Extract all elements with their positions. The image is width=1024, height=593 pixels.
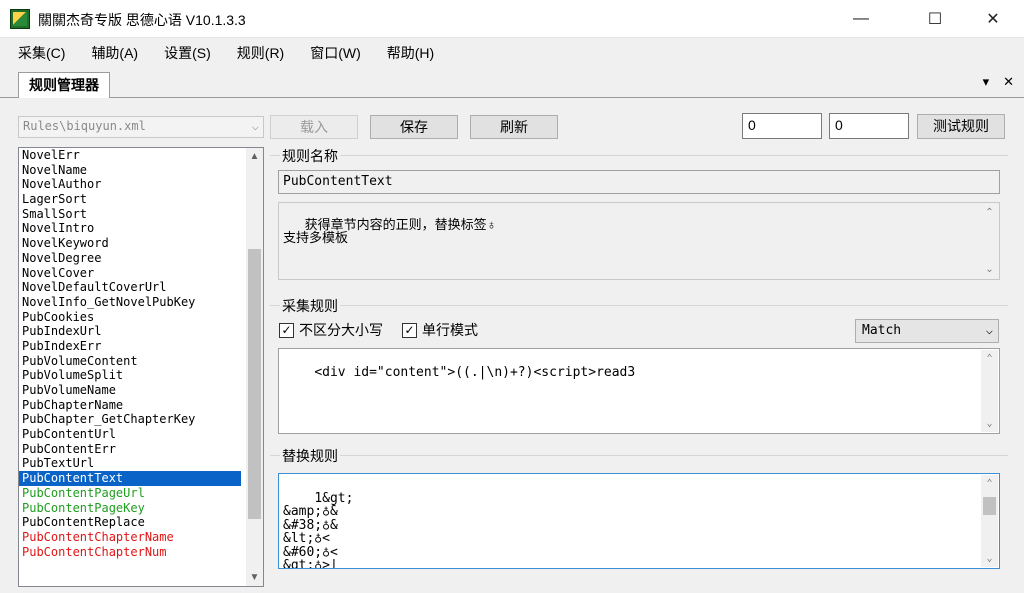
maximize-button[interactable]: ☐	[912, 0, 958, 38]
collect-rule-group-title: 采集规则	[280, 296, 340, 316]
scroll-up-icon[interactable]: ▲	[246, 148, 263, 165]
rule-list-item[interactable]: NovelName	[19, 163, 241, 178]
rule-list-item[interactable]: PubContentChapterNum	[19, 545, 241, 560]
checkbox-checked-icon: ✓	[279, 322, 294, 338]
chevron-down-icon: ⌵	[251, 119, 259, 133]
pattern-scrollbar[interactable]: ⌃ ⌄	[981, 350, 998, 432]
case-insensitive-label: 不区分大小写	[299, 322, 383, 338]
rule-description-area[interactable]: 获得章节内容的正则，替换标签♁ 支持多模板 ⌃ ⌄	[278, 202, 1000, 280]
document-tab-strip: 规则管理器 ▾ ✕	[0, 68, 1024, 98]
description-scrollbar[interactable]: ⌃ ⌄	[981, 204, 998, 278]
test-rule-button[interactable]: 测试规则	[917, 114, 1005, 139]
rule-name-group-title: 规则名称	[280, 146, 340, 166]
end-number-input[interactable]: 0	[829, 113, 909, 139]
rule-list-item[interactable]: PubVolumeName	[19, 383, 241, 398]
rule-list-item[interactable]: PubCookies	[19, 310, 241, 325]
scroll-up-icon[interactable]: ⌃	[981, 350, 998, 367]
start-number-input[interactable]: 0	[742, 113, 822, 139]
scroll-down-icon[interactable]: ▼	[246, 569, 263, 586]
rule-manager-panel: Rules\biquyun.xml ⌵ 载入 保存 刷新 0 0 测试规则 No…	[4, 98, 1020, 590]
rule-list-item[interactable]: NovelKeyword	[19, 236, 241, 251]
replace-rule-group-title: 替换规则	[280, 446, 340, 466]
match-mode-value: Match	[862, 323, 902, 338]
rule-name-field[interactable]: PubContentText	[278, 170, 1000, 194]
scroll-up-icon[interactable]: ⌃	[981, 475, 998, 492]
rule-list-item[interactable]: PubChapter_GetChapterKey	[19, 412, 241, 427]
menu-help[interactable]: 帮助(H)	[381, 41, 440, 65]
rule-list-item[interactable]: PubTextUrl	[19, 456, 241, 471]
replace-rule-area[interactable]: 1&gt; &amp;♁& &#38;♁& &lt;♁< &#60;♁< &gt…	[278, 473, 1000, 569]
menu-collect[interactable]: 采集(C)	[12, 41, 71, 65]
rule-list-item[interactable]: PubIndexUrl	[19, 324, 241, 339]
close-button[interactable]: ✕	[970, 0, 1016, 38]
scroll-up-icon[interactable]: ⌃	[981, 204, 998, 221]
save-button[interactable]: 保存	[370, 115, 458, 139]
rule-list-item[interactable]: NovelDegree	[19, 251, 241, 266]
rule-description-text: 获得章节内容的正则，替换标签♁ 支持多模板	[283, 217, 497, 245]
title-bar: 關關杰奇专版 思德心语 V10.1.3.3 — ☐ ✕	[0, 0, 1024, 38]
rule-list-item[interactable]: PubContentReplace	[19, 515, 241, 530]
minimize-button[interactable]: —	[838, 0, 884, 38]
rule-list-items: NovelErr NovelName NovelAuthor LagerSort Sma…	[19, 148, 241, 559]
rule-list-scrollbar[interactable]: ▲ ▼	[246, 148, 263, 586]
rule-list-item[interactable]: PubContentPageKey	[19, 501, 241, 516]
app-logo-icon	[10, 9, 30, 29]
menu-rules[interactable]: 规则(R)	[231, 41, 290, 65]
rule-list-item[interactable]: PubVolumeContent	[19, 354, 241, 369]
rule-list-item[interactable]: PubContentUrl	[19, 427, 241, 442]
scroll-down-icon[interactable]: ⌄	[981, 415, 998, 432]
rule-name-group: 规则名称 PubContentText 获得章节内容的正则，替换标签♁ 支持多模…	[270, 146, 1008, 286]
rule-file-select[interactable]: Rules\biquyun.xml ⌵	[18, 116, 264, 138]
rule-list-item[interactable]: PubVolumeSplit	[19, 368, 241, 383]
menu-bar: 采集(C) 辅助(A) 设置(S) 规则(R) 窗口(W) 帮助(H)	[0, 38, 1024, 68]
rule-list-item[interactable]: NovelAuthor	[19, 177, 241, 192]
rule-file-value: Rules\biquyun.xml	[23, 119, 146, 133]
rule-list-item[interactable]: NovelInfo_GetNovelPubKey	[19, 295, 241, 310]
chevron-down-icon: ⌵	[985, 323, 993, 337]
rule-list-item[interactable]: NovelIntro	[19, 221, 241, 236]
rule-list-item[interactable]: PubContentChapterName	[19, 530, 241, 545]
load-button[interactable]: 载入	[270, 115, 358, 139]
collect-pattern-area[interactable]: <div id="content">((.|\n)+?)<script>read…	[278, 348, 1000, 434]
match-mode-select[interactable]: Match ⌵	[855, 319, 999, 343]
single-line-label: 单行模式	[422, 322, 478, 338]
rule-list-item[interactable]: LagerSort	[19, 192, 241, 207]
scroll-down-icon[interactable]: ⌄	[981, 550, 998, 567]
case-insensitive-checkbox[interactable]: ✓ 不区分大小写	[279, 320, 383, 340]
rule-list-item[interactable]: SmallSort	[19, 207, 241, 222]
scroll-down-icon[interactable]: ⌄	[981, 261, 998, 278]
menu-assist[interactable]: 辅助(A)	[85, 41, 144, 65]
menu-window[interactable]: 窗口(W)	[304, 41, 367, 65]
rule-list-item[interactable]: NovelErr	[19, 148, 241, 163]
tab-dropdown-icon[interactable]: ▾	[983, 74, 990, 90]
collect-pattern-text: <div id="content">((.|\n)+?)<script>read…	[314, 365, 636, 380]
rule-list-item-selected[interactable]: PubContentText	[19, 471, 241, 486]
tab-rule-manager[interactable]: 规则管理器	[18, 72, 110, 98]
rule-list-item[interactable]: PubContentErr	[19, 442, 241, 457]
menu-settings[interactable]: 设置(S)	[158, 41, 217, 65]
rule-list[interactable]: NovelErr NovelName NovelAuthor LagerSort Sma…	[18, 147, 264, 587]
tab-close-icon[interactable]: ✕	[1003, 74, 1014, 90]
checkbox-checked-icon: ✓	[402, 322, 417, 338]
rule-list-item[interactable]: NovelCover	[19, 266, 241, 281]
scroll-thumb[interactable]	[248, 249, 261, 520]
scroll-thumb[interactable]	[983, 497, 996, 515]
refresh-button[interactable]: 刷新	[470, 115, 558, 139]
rule-list-item[interactable]: PubChapterName	[19, 398, 241, 413]
replace-scrollbar[interactable]: ⌃ ⌄	[981, 475, 998, 567]
rule-list-item[interactable]: NovelDefaultCoverUrl	[19, 280, 241, 295]
single-line-checkbox[interactable]: ✓ 单行模式	[402, 320, 478, 340]
rule-list-item[interactable]: PubIndexErr	[19, 339, 241, 354]
window-title: 關關杰奇专版 思德心语 V10.1.3.3	[38, 12, 246, 28]
replace-rule-text: 1&gt; &amp;♁& &#38;♁& &lt;♁< &#60;♁< &gt…	[283, 490, 354, 569]
rule-list-item[interactable]: PubContentPageUrl	[19, 486, 241, 501]
